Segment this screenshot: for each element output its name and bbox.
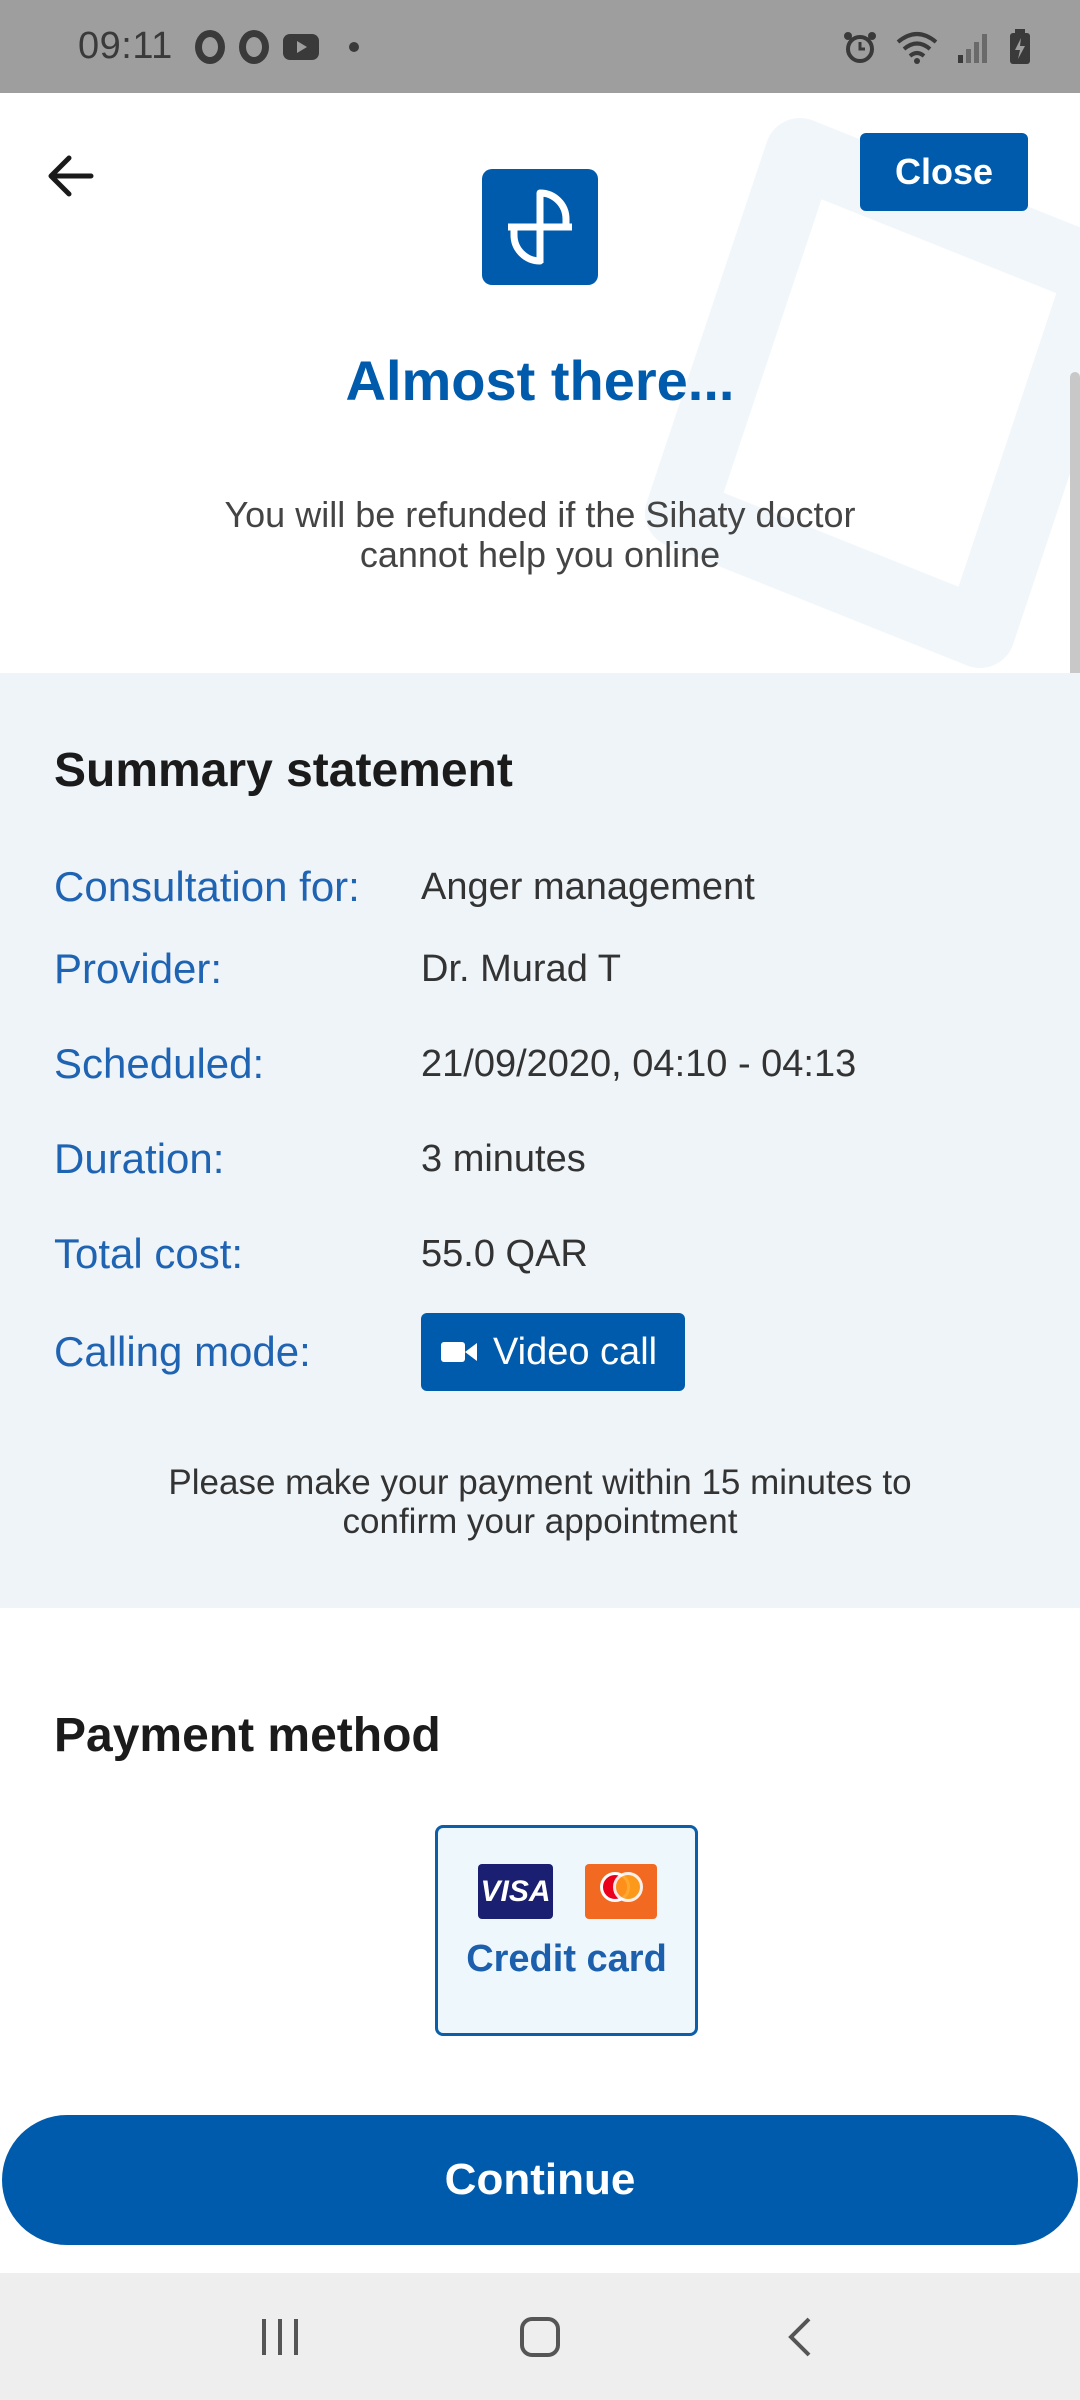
summary-row-consultation: Consultation for: Anger management [54,863,1034,911]
mastercard-icon [585,1864,657,1919]
system-nav-bar [0,2273,1080,2400]
summary-value: 3 minutes [421,1137,586,1180]
summary-row-scheduled: Scheduled: 21/09/2020, 04:10 - 04:13 [54,1040,1034,1088]
youtube-icon [282,33,319,60]
arrow-left-icon [48,155,94,197]
summary-title: Summary statement [54,744,513,797]
status-bar: 09:11 [0,0,1080,93]
chevron-left-icon [788,2317,811,2356]
recent-apps-icon [262,2318,298,2355]
summary-label: Total cost: [54,1230,244,1277]
close-button[interactable]: Close [860,133,1028,211]
summary-section: Summary statement Consultation for: Ange… [0,673,1080,1608]
page-title: Almost there... [345,349,735,412]
summary-label: Scheduled: [54,1040,265,1087]
payment-method-title: Payment method [54,1709,441,1762]
recent-apps-button[interactable] [240,2297,320,2377]
back-button[interactable] [40,145,102,207]
refund-notice: You will be refunded if the Sihaty docto… [224,494,856,575]
system-back-button[interactable] [760,2297,840,2377]
home-icon [520,2316,560,2357]
summary-label: Provider: [54,945,223,992]
signal-icon [958,33,987,63]
home-button[interactable] [500,2297,580,2377]
payment-deadline-note: Please make your payment within 15 minut… [168,1463,912,1541]
summary-label: Duration: [54,1135,225,1182]
dot-icon [348,41,359,52]
summary-label: Calling mode: [54,1328,311,1375]
summary-value: 55.0 QAR [421,1232,588,1275]
video-call-label: Video call [493,1330,658,1373]
opera-icon [238,29,269,64]
video-camera-icon [441,1342,477,1362]
video-call-badge: Video call [421,1313,686,1391]
alarm-icon [844,31,876,63]
wifi-icon [896,31,938,64]
visa-icon: VISA [478,1864,553,1919]
summary-value: Anger management [421,865,755,908]
summary-label: Consultation for: [54,863,360,910]
credit-card-label: Credit card [466,1938,667,1980]
summary-row-provider: Provider: Dr. Murad T [54,945,1034,993]
sihaty-logo-icon [508,189,572,265]
credit-card-option[interactable]: VISA Credit card [435,1825,698,2036]
status-left: 09:11 [78,25,359,68]
status-time: 09:11 [78,25,173,67]
summary-value: 21/09/2020, 04:10 - 04:13 [421,1042,857,1085]
summary-row-duration: Duration: 3 minutes [54,1135,1034,1183]
summary-row-calling-mode: Calling mode: Video call [54,1313,1034,1391]
summary-value: Dr. Murad T [421,947,621,990]
header: Close Almost there... You will be refund… [0,93,1080,673]
battery-icon [1010,28,1030,64]
summary-row-total-cost: Total cost: 55.0 QAR [54,1230,1034,1278]
opera-icon [194,29,225,64]
continue-button[interactable]: Continue [2,2115,1078,2245]
status-right [842,28,1032,65]
app-logo [482,169,598,285]
